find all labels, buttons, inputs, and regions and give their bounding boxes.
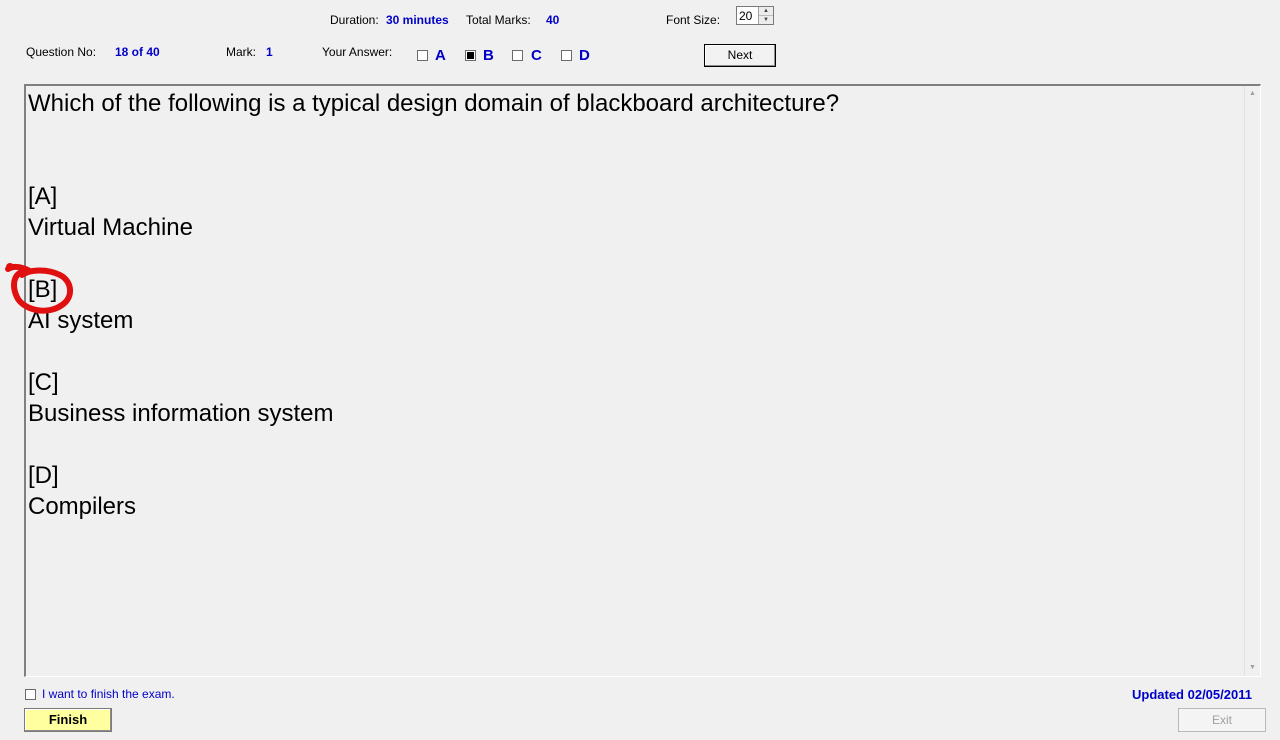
- answer-label-c[interactable]: C: [531, 47, 542, 64]
- spin-buttons[interactable]: ▲ ▼: [758, 7, 773, 24]
- option-c-text: Business information system: [28, 400, 334, 427]
- duration-value: 30 minutes: [386, 13, 449, 27]
- finish-exam-checkbox-label[interactable]: I want to finish the exam.: [42, 687, 175, 701]
- spin-down-icon[interactable]: ▼: [759, 16, 773, 24]
- answer-checkbox-a[interactable]: [417, 50, 428, 61]
- option-b-text: AI system: [28, 307, 134, 334]
- answer-label-d[interactable]: D: [579, 47, 590, 64]
- updated-date: Updated 02/05/2011: [1132, 687, 1252, 702]
- question-text: Which of the following is a typical desi…: [28, 90, 840, 117]
- mark-value: 1: [266, 45, 273, 59]
- answer-label-a[interactable]: A: [435, 47, 446, 64]
- question-panel[interactable]: Which of the following is a typical desi…: [24, 84, 1261, 677]
- font-size-value[interactable]: 20: [739, 9, 752, 23]
- answer-checkbox-c[interactable]: [512, 50, 523, 61]
- option-d-letter: [D]: [28, 462, 59, 489]
- scroll-up-arrow-icon[interactable]: ▲: [1245, 86, 1260, 102]
- answer-label-b[interactable]: B: [483, 47, 494, 64]
- option-a-letter: [A]: [28, 183, 58, 210]
- your-answer-label: Your Answer:: [322, 45, 393, 59]
- spin-up-icon[interactable]: ▲: [759, 7, 773, 16]
- option-a-text: Virtual Machine: [28, 214, 193, 241]
- finish-exam-checkbox[interactable]: [25, 689, 36, 700]
- vertical-scrollbar[interactable]: ▲ ▼: [1244, 86, 1260, 676]
- option-b-letter: [B]: [28, 276, 58, 303]
- option-d-text: Compilers: [28, 493, 137, 520]
- duration-label: Duration:: [330, 13, 379, 27]
- next-button[interactable]: Next: [704, 44, 776, 67]
- exit-button[interactable]: Exit: [1178, 708, 1266, 732]
- question-no-label: Question No:: [26, 45, 97, 59]
- font-size-label: Font Size:: [666, 13, 721, 27]
- question-no-value: 18 of 40: [115, 45, 160, 59]
- finish-button[interactable]: Finish: [24, 708, 112, 732]
- mark-label: Mark:: [226, 45, 256, 59]
- total-marks-label: Total Marks:: [466, 13, 531, 27]
- font-size-spinbox[interactable]: 20 ▲ ▼: [736, 6, 774, 25]
- option-c-letter: [C]: [28, 369, 59, 396]
- scroll-down-arrow-icon[interactable]: ▼: [1245, 660, 1260, 676]
- total-marks-value: 40: [546, 13, 560, 27]
- answer-checkbox-b[interactable]: [465, 50, 476, 61]
- answer-checkbox-d[interactable]: [561, 50, 572, 61]
